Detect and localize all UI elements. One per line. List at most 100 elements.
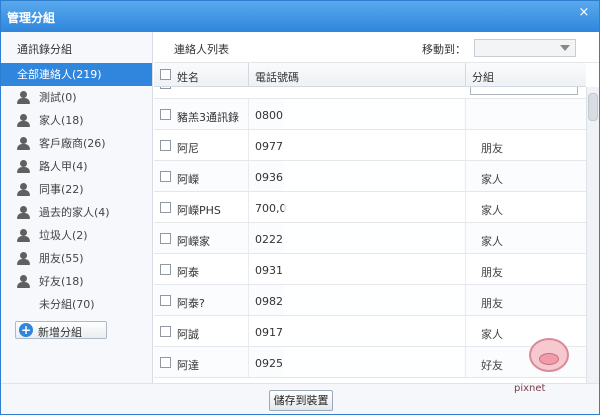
person-icon xyxy=(17,183,30,196)
row-checkbox[interactable] xyxy=(160,264,171,275)
column-header-group: 分組 xyxy=(472,71,494,84)
table-row[interactable]: 豬羔3通訊錄 0800 xyxy=(154,99,586,130)
sidebar-item-test[interactable]: 測試(0) xyxy=(1,86,152,109)
contact-group: 朋友 xyxy=(481,142,503,155)
sidebar-item-label: 朋友(55) xyxy=(39,252,84,265)
person-icon xyxy=(17,137,30,150)
person-icon xyxy=(17,114,30,127)
table-row[interactable]: 阿泰? 0982 朋友 xyxy=(154,285,586,316)
sidebar-item-label: 垃圾人(2) xyxy=(39,229,88,242)
pig-mascot-watermark-icon xyxy=(519,326,589,386)
sidebar-item-label: 路人甲(4) xyxy=(39,160,88,173)
row-checkbox[interactable] xyxy=(160,140,171,151)
row-checkbox[interactable] xyxy=(160,171,171,182)
sidebar-title: 通訊錄分組 xyxy=(17,43,72,56)
contact-group: 家人 xyxy=(481,328,503,341)
sidebar-item-colleagues[interactable]: 同事(22) xyxy=(1,178,152,201)
person-icon xyxy=(17,252,30,265)
sidebar-item-ungrouped[interactable]: 未分組(70) xyxy=(1,293,152,316)
sidebar-item-family[interactable]: 家人(18) xyxy=(1,109,152,132)
sidebar-item-junk[interactable]: 垃圾人(2) xyxy=(1,224,152,247)
contact-phone: 0925 xyxy=(255,357,283,370)
title-bar: 管理分組 × xyxy=(1,1,599,32)
plus-circle-icon: + xyxy=(19,323,33,337)
manage-groups-dialog: 管理分組 × 通訊錄分組 全部連絡人(219) 測試(0) 家人(18) 客戶廠… xyxy=(0,0,600,415)
sidebar-item-label: 全部連絡人(219) xyxy=(17,68,102,81)
sidebar-item-friends[interactable]: 朋友(55) xyxy=(1,247,152,270)
sidebar-item-best-friends[interactable]: 好友(18) xyxy=(1,270,152,293)
move-to-label: 移動到： xyxy=(422,43,466,56)
add-group-label: 新增分組 xyxy=(38,326,82,339)
sidebar-item-former-family[interactable]: 過去的家人(4) xyxy=(1,201,152,224)
row-checkbox[interactable] xyxy=(160,233,171,244)
table-row[interactable]: 阿嶸PHS 700,0 家人 xyxy=(154,192,586,223)
sidebar-item-label: 同事(22) xyxy=(39,183,84,196)
redaction-blur xyxy=(284,161,464,191)
group-dropdown[interactable] xyxy=(470,87,578,95)
sidebar-item-label: 未分組(70) xyxy=(39,298,95,311)
dialog-footer: 儲存到裝置 xyxy=(1,383,599,414)
contact-name: 豬羔3通訊錄 xyxy=(177,111,239,124)
move-to-select[interactable] xyxy=(474,39,576,57)
table-row[interactable]: 阿泰 0931 朋友 xyxy=(154,254,586,285)
row-checkbox[interactable] xyxy=(160,87,171,89)
table-row[interactable]: 阿嶸 0936 家人 xyxy=(154,161,586,192)
group-sidebar: 通訊錄分組 全部連絡人(219) 測試(0) 家人(18) 客戶廠商(26) 路… xyxy=(1,32,153,383)
person-icon xyxy=(17,229,30,242)
contact-name: 阿尼 xyxy=(177,142,199,155)
sidebar-item-all-contacts[interactable]: 全部連絡人(219) xyxy=(1,63,152,86)
contact-phone: 0917 xyxy=(255,326,283,339)
sidebar-item-passerby[interactable]: 路人甲(4) xyxy=(1,155,152,178)
contact-group: 家人 xyxy=(481,204,503,217)
contact-list-header: 連絡人列表 移動到： xyxy=(154,32,599,63)
sidebar-item-label: 好友(18) xyxy=(39,275,84,288)
redaction-blur xyxy=(284,254,464,284)
column-divider xyxy=(248,63,249,87)
contact-phone: 0800 xyxy=(255,109,283,122)
person-icon xyxy=(17,91,30,104)
contact-phone: 0977 xyxy=(255,140,283,153)
redaction-blur xyxy=(284,347,464,377)
contact-phone: 0931 xyxy=(255,264,283,277)
contact-name: 阿泰? xyxy=(177,297,205,310)
redaction-blur xyxy=(284,99,464,129)
contact-group: 朋友 xyxy=(481,297,503,310)
row-checkbox[interactable] xyxy=(160,326,171,337)
add-group-button[interactable]: + 新增分組 xyxy=(15,321,107,339)
redaction-blur xyxy=(284,285,464,315)
select-all-checkbox[interactable] xyxy=(160,69,171,80)
table-row[interactable]: 阿尼 0977 朋友 xyxy=(154,130,586,161)
column-header-name: 姓名 xyxy=(177,71,199,84)
sidebar-header: 通訊錄分組 xyxy=(1,32,152,63)
contact-group: 朋友 xyxy=(481,266,503,279)
dialog-title: 管理分組 xyxy=(7,11,56,25)
contact-group: 家人 xyxy=(481,173,503,186)
column-header-phone: 電話號碼 xyxy=(255,71,299,84)
contact-group: 好友 xyxy=(481,359,503,372)
redaction-blur xyxy=(284,130,464,160)
contact-phone: 700,0 xyxy=(255,202,287,215)
table-row[interactable]: 阿嶸家 0222 家人 xyxy=(154,223,586,254)
contact-name: 阿嶸PHS xyxy=(177,204,221,217)
row-checkbox[interactable] xyxy=(160,295,171,306)
sidebar-item-label: 家人(18) xyxy=(39,114,84,127)
contact-phone: 0982 xyxy=(255,295,283,308)
column-divider xyxy=(465,63,466,87)
contact-name: 阿泰 xyxy=(177,266,199,279)
row-checkbox[interactable] xyxy=(160,109,171,120)
row-checkbox[interactable] xyxy=(160,202,171,213)
sidebar-item-label: 過去的家人(4) xyxy=(39,206,110,219)
person-icon xyxy=(17,275,30,288)
watermark-text: pixnet xyxy=(514,383,546,394)
table-row[interactable] xyxy=(154,87,586,99)
scrollbar-thumb[interactable] xyxy=(588,93,598,121)
sidebar-item-clients[interactable]: 客戶廠商(26) xyxy=(1,132,152,155)
contact-phone: 0936 xyxy=(255,171,283,184)
contact-name: 阿嶸 xyxy=(177,173,199,186)
save-to-device-button[interactable]: 儲存到裝置 xyxy=(269,390,333,411)
sidebar-item-label: 測試(0) xyxy=(39,91,77,104)
redaction-blur xyxy=(284,192,464,222)
redaction-blur xyxy=(284,316,464,346)
row-checkbox[interactable] xyxy=(160,357,171,368)
close-icon[interactable]: × xyxy=(577,6,591,20)
